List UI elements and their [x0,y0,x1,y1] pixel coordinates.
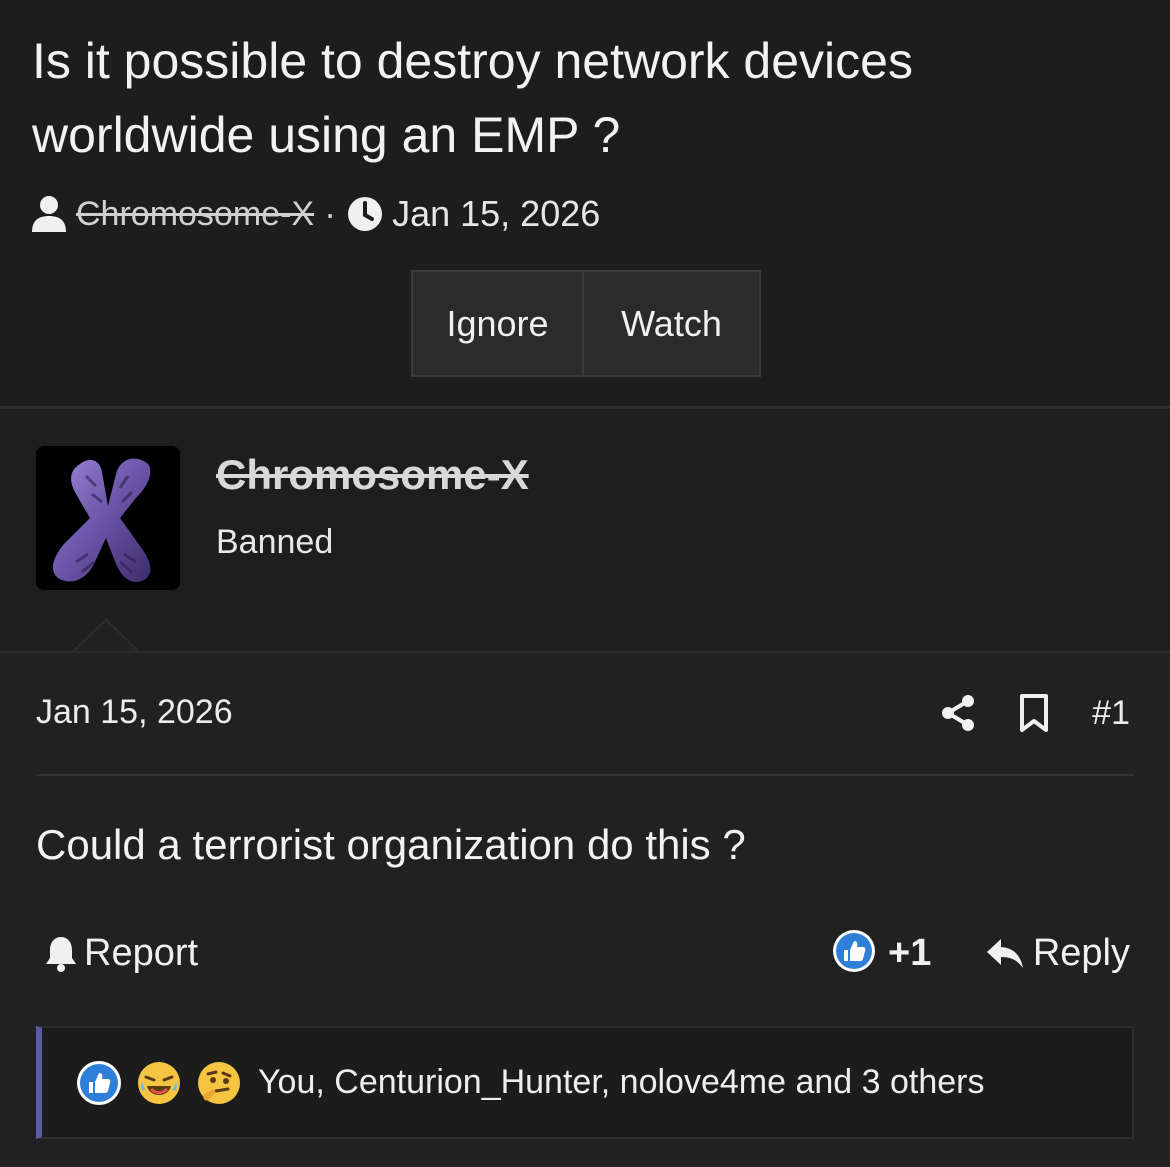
thinking-emoji-icon [196,1060,242,1106]
post-divider [36,774,1134,776]
report-button[interactable]: Report [44,925,198,981]
clock-icon [346,194,384,234]
thread-header: Is it possible to destroy network device… [0,0,1170,408]
post-top-actions: #1 [940,689,1130,737]
reply-button[interactable]: Reply [985,925,1130,981]
post-content: Could a terrorist organization do this ? [36,821,746,868]
post-date[interactable]: Jan 15, 2026 [36,693,233,732]
reaction-score: +1 [888,931,932,974]
post-number-link[interactable]: #1 [1092,694,1130,733]
reply-arrow-icon [985,935,1025,971]
report-label: Report [84,931,199,974]
reactions-summary[interactable]: You, Centurion_Hunter, nolove4me and 3 o… [258,1063,984,1102]
avatar[interactable] [36,446,180,590]
thread-date[interactable]: Jan 15, 2026 [392,193,600,235]
ignore-button[interactable]: Ignore [413,272,584,375]
thread-action-buttons: Ignore Watch [411,270,761,377]
share-icon[interactable] [940,693,976,733]
user-title: Banned [216,523,334,561]
post-username[interactable]: Chromosome-X [216,451,529,499]
like-icon[interactable] [832,929,876,973]
bookmark-icon[interactable] [1016,693,1052,733]
reactions-bar[interactable]: You, Centurion_Hunter, nolove4me and 3 o… [36,1026,1134,1139]
meta-separator: · [324,193,337,234]
user-icon [30,194,68,234]
post-body: Jan 15, 2026 #1 Could a terrorist organi… [0,651,1170,1167]
reply-label: Reply [1032,931,1130,974]
user-block-arrow-inner [74,621,138,652]
thread-title: Is it possible to destroy network device… [32,33,913,163]
thread-author-link[interactable]: Chromosome-X [76,195,314,234]
like-icon [76,1060,122,1106]
haha-emoji-icon [136,1060,182,1106]
thread-meta: Chromosome-X · Jan 15, 2026 [30,190,600,238]
post-footer: Report +1 Reply [36,925,1134,981]
bell-icon [44,934,78,972]
post-user-block: Chromosome-X Banned [0,409,1170,652]
watch-button[interactable]: Watch [584,272,759,375]
